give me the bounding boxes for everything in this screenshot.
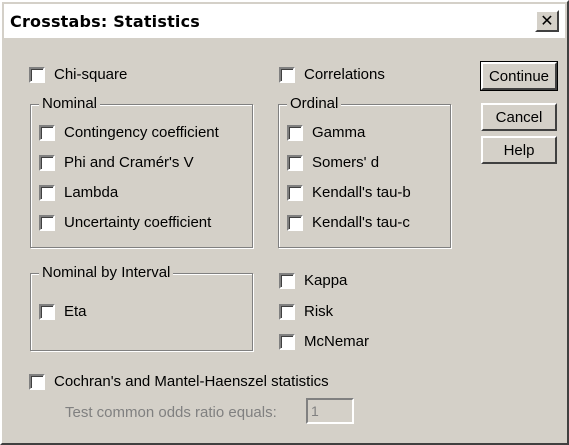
cancel-button[interactable]: Cancel — [481, 103, 557, 131]
checkbox-box[interactable] — [287, 214, 303, 231]
kendalls-tau-b-label: Kendall's tau-b — [312, 184, 411, 201]
kendalls-tau-c-checkbox[interactable]: Kendall's tau-c — [287, 214, 410, 231]
checkbox-box[interactable] — [287, 154, 303, 171]
checkbox-box[interactable] — [29, 66, 45, 83]
title-bar[interactable]: Crosstabs: Statistics ✕ — [4, 4, 565, 38]
kendalls-tau-b-checkbox[interactable]: Kendall's tau-b — [287, 184, 411, 201]
crosstabs-statistics-dialog: Crosstabs: Statistics ✕ Chi-square Corre… — [0, 0, 569, 445]
correlations-checkbox[interactable]: Correlations — [279, 66, 385, 83]
eta-checkbox[interactable]: Eta — [39, 303, 87, 320]
checkbox-box[interactable] — [29, 373, 45, 390]
checkbox-box[interactable] — [39, 154, 55, 171]
phi-cramers-v-checkbox[interactable]: Phi and Cramér's V — [39, 154, 194, 171]
checkbox-box[interactable] — [39, 303, 55, 320]
cochran-mantel-haenszel-label: Cochran's and Mantel-Haenszel statistics — [54, 373, 329, 390]
odds-ratio-label: Test common odds ratio equals: — [65, 404, 277, 421]
odds-ratio-input[interactable]: 1 — [306, 398, 354, 424]
phi-cramers-v-label: Phi and Cramér's V — [64, 154, 194, 171]
checkbox-box[interactable] — [279, 333, 295, 350]
somers-d-label: Somers' d — [312, 154, 380, 171]
kappa-checkbox[interactable]: Kappa — [279, 272, 347, 289]
cochran-mantel-haenszel-checkbox[interactable]: Cochran's and Mantel-Haenszel statistics — [29, 373, 329, 390]
lambda-checkbox[interactable]: Lambda — [39, 184, 118, 201]
kendalls-tau-c-label: Kendall's tau-c — [312, 214, 410, 231]
window-title: Crosstabs: Statistics — [10, 12, 201, 31]
close-icon: ✕ — [540, 11, 554, 30]
kappa-label: Kappa — [304, 272, 348, 289]
close-button[interactable]: ✕ — [535, 10, 559, 32]
correlations-label: Correlations — [304, 66, 385, 83]
ordinal-group-legend: Ordinal — [287, 95, 342, 112]
continue-button[interactable]: Continue — [480, 61, 558, 91]
checkbox-box[interactable] — [279, 272, 295, 289]
contingency-coefficient-checkbox[interactable]: Contingency coefficient — [39, 124, 219, 141]
risk-label: Risk — [304, 303, 334, 320]
somers-d-checkbox[interactable]: Somers' d — [287, 154, 379, 171]
nominal-by-interval-legend: Nominal by Interval — [39, 264, 174, 281]
checkbox-box[interactable] — [39, 214, 55, 231]
gamma-checkbox[interactable]: Gamma — [287, 124, 365, 141]
checkbox-box[interactable] — [287, 124, 303, 141]
gamma-label: Gamma — [312, 124, 366, 141]
help-button[interactable]: Help — [481, 136, 557, 164]
contingency-coefficient-label: Contingency coefficient — [64, 124, 219, 141]
checkbox-box[interactable] — [39, 124, 55, 141]
checkbox-box[interactable] — [279, 303, 295, 320]
uncertainty-coefficient-checkbox[interactable]: Uncertainty coefficient — [39, 214, 211, 231]
mcnemar-label: McNemar — [304, 333, 370, 350]
mcnemar-checkbox[interactable]: McNemar — [279, 333, 369, 350]
nominal-group-legend: Nominal — [39, 95, 101, 112]
uncertainty-coefficient-label: Uncertainty coefficient — [64, 214, 212, 231]
chi-square-label: Chi-square — [54, 66, 128, 83]
eta-label: Eta — [64, 303, 87, 320]
checkbox-box[interactable] — [39, 184, 55, 201]
lambda-label: Lambda — [64, 184, 119, 201]
checkbox-box[interactable] — [279, 66, 295, 83]
chi-square-checkbox[interactable]: Chi-square — [29, 66, 127, 83]
checkbox-box[interactable] — [287, 184, 303, 201]
risk-checkbox[interactable]: Risk — [279, 303, 333, 320]
